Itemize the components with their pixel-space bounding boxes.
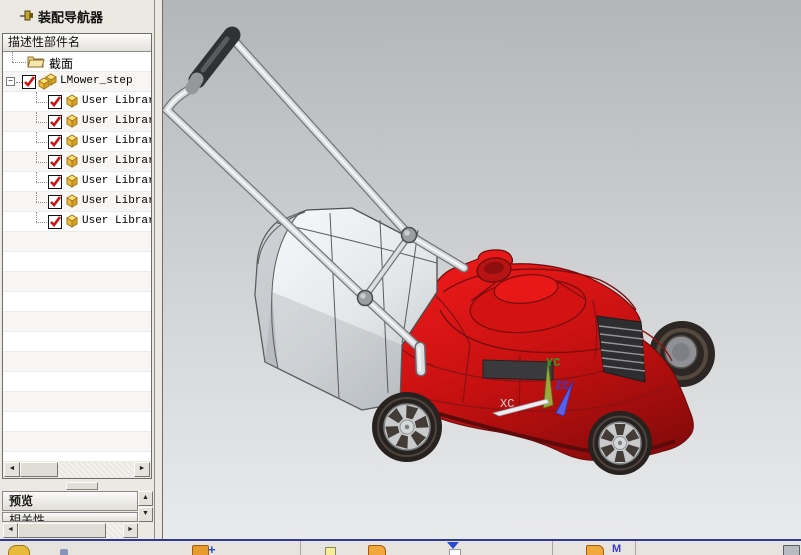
tree-row-component[interactable]: User Library — [3, 212, 151, 232]
scroll-up-button[interactable]: ▲ — [138, 491, 153, 506]
front-right-wheel — [588, 411, 652, 475]
component-label: User Library — [82, 215, 151, 227]
pin-icon[interactable] — [20, 8, 35, 23]
component-label: User Library — [82, 195, 151, 207]
wcs-x-label: XC — [500, 397, 514, 411]
assembly-icon — [38, 73, 57, 90]
tree-row-component[interactable]: User Library — [3, 132, 151, 152]
bottom-taskbar: + M — [0, 539, 801, 555]
wcs-z-label: ZC — [555, 379, 569, 393]
dependencies-section-header[interactable]: 相关性 — [2, 512, 138, 522]
scroll-thumb[interactable] — [18, 523, 106, 538]
scroll-right-button[interactable]: ► — [123, 523, 138, 538]
component-checkbox[interactable] — [48, 175, 62, 189]
component-label: User Library — [82, 155, 151, 167]
tree-horizontal-scrollbar[interactable]: ◄ ► — [3, 461, 151, 478]
assembly-tree: 描述性部件名 截面 − LMower_step User Libra User … — [2, 33, 152, 479]
component-label: User Library — [82, 175, 151, 187]
column-header-part-name[interactable]: 描述性部件名 — [3, 34, 151, 52]
taskbar-app-icon[interactable] — [325, 547, 336, 555]
panel-title: 装配导航器 — [38, 10, 104, 25]
part-cube-icon — [66, 94, 78, 108]
assembly-label: LMower_step — [60, 75, 133, 87]
part-cube-icon — [66, 154, 78, 168]
collapse-expander[interactable]: − — [6, 77, 15, 86]
panel-title-bar: 装配导航器 — [0, 0, 154, 30]
viewport-3d[interactable]: YC ZC XC — [163, 0, 801, 539]
engine-base-housing — [482, 359, 554, 381]
part-cube-icon — [66, 194, 78, 208]
scroll-right-button[interactable]: ► — [134, 462, 150, 477]
component-label: User Library — [82, 95, 151, 107]
tree-row-component[interactable]: User Library — [3, 152, 151, 172]
taskbar-folder-icon[interactable] — [586, 545, 604, 555]
component-checkbox[interactable] — [48, 95, 62, 109]
part-cube-icon — [66, 174, 78, 188]
part-cube-icon — [66, 134, 78, 148]
taskbar-arrow-icon[interactable] — [447, 542, 459, 549]
splitter-grip[interactable] — [66, 482, 98, 490]
component-checkbox[interactable] — [48, 155, 62, 169]
panel-viewport-splitter[interactable] — [154, 0, 163, 539]
taskbar-add-icon[interactable]: + — [208, 543, 218, 555]
scroll-down-button[interactable]: ▼ — [138, 507, 153, 522]
taskbar-app-icon[interactable] — [8, 545, 30, 555]
component-checkbox[interactable] — [48, 115, 62, 129]
tree-row-component[interactable]: User Library — [3, 112, 151, 132]
scroll-thumb[interactable] — [20, 462, 58, 477]
tree-row-component[interactable]: User Library — [3, 172, 151, 192]
tree-guide-line — [12, 52, 13, 62]
lawn-mower-model: YC ZC XC — [163, 0, 801, 539]
taskbar-app-icon[interactable] — [192, 545, 209, 555]
taskbar-app-icon[interactable] — [449, 549, 461, 555]
scroll-left-button[interactable]: ◄ — [4, 462, 20, 477]
open-folder-icon — [27, 56, 45, 68]
taskbar-folder-icon[interactable] — [368, 545, 386, 555]
bottom-horizontal-scrollbar[interactable]: ◄ ► — [2, 523, 138, 539]
section-label: 截面 — [49, 57, 74, 71]
taskbar-window-icon[interactable] — [783, 545, 800, 555]
component-label: User Library — [82, 115, 151, 127]
engine-vents — [596, 315, 646, 383]
preview-section-header[interactable]: 预览 — [2, 491, 138, 511]
tree-row-section[interactable]: 截面 — [3, 52, 151, 72]
assembly-navigator-panel: 装配导航器 描述性部件名 截面 − LMower_step User Libra… — [0, 0, 154, 539]
tree-row-component[interactable]: User Library — [3, 92, 151, 112]
tree-rows: 截面 − LMower_step User Libra User Libra U… — [3, 52, 151, 461]
tree-guide-line — [12, 62, 26, 63]
nx-application-window: 装配导航器 描述性部件名 截面 − LMower_step User Libra… — [0, 0, 801, 555]
scroll-left-button[interactable]: ◄ — [3, 523, 18, 538]
taskbar-app-icon[interactable] — [60, 549, 68, 555]
component-checkbox[interactable] — [48, 135, 62, 149]
taskbar-app-icon[interactable]: M — [612, 544, 626, 555]
part-cube-icon — [66, 114, 78, 128]
handle-mount-post — [414, 341, 427, 377]
panel-splitter[interactable] — [2, 481, 152, 490]
tree-row-assembly[interactable]: − LMower_step — [3, 72, 151, 92]
component-label: User Library — [82, 135, 151, 147]
wcs-y-label: YC — [546, 356, 560, 370]
rear-left-wheel — [372, 392, 442, 462]
component-checkbox[interactable] — [48, 195, 62, 209]
assembly-checkbox[interactable] — [22, 75, 36, 89]
part-cube-icon — [66, 214, 78, 228]
tree-row-component[interactable]: User Library — [3, 192, 151, 212]
component-checkbox[interactable] — [48, 215, 62, 229]
